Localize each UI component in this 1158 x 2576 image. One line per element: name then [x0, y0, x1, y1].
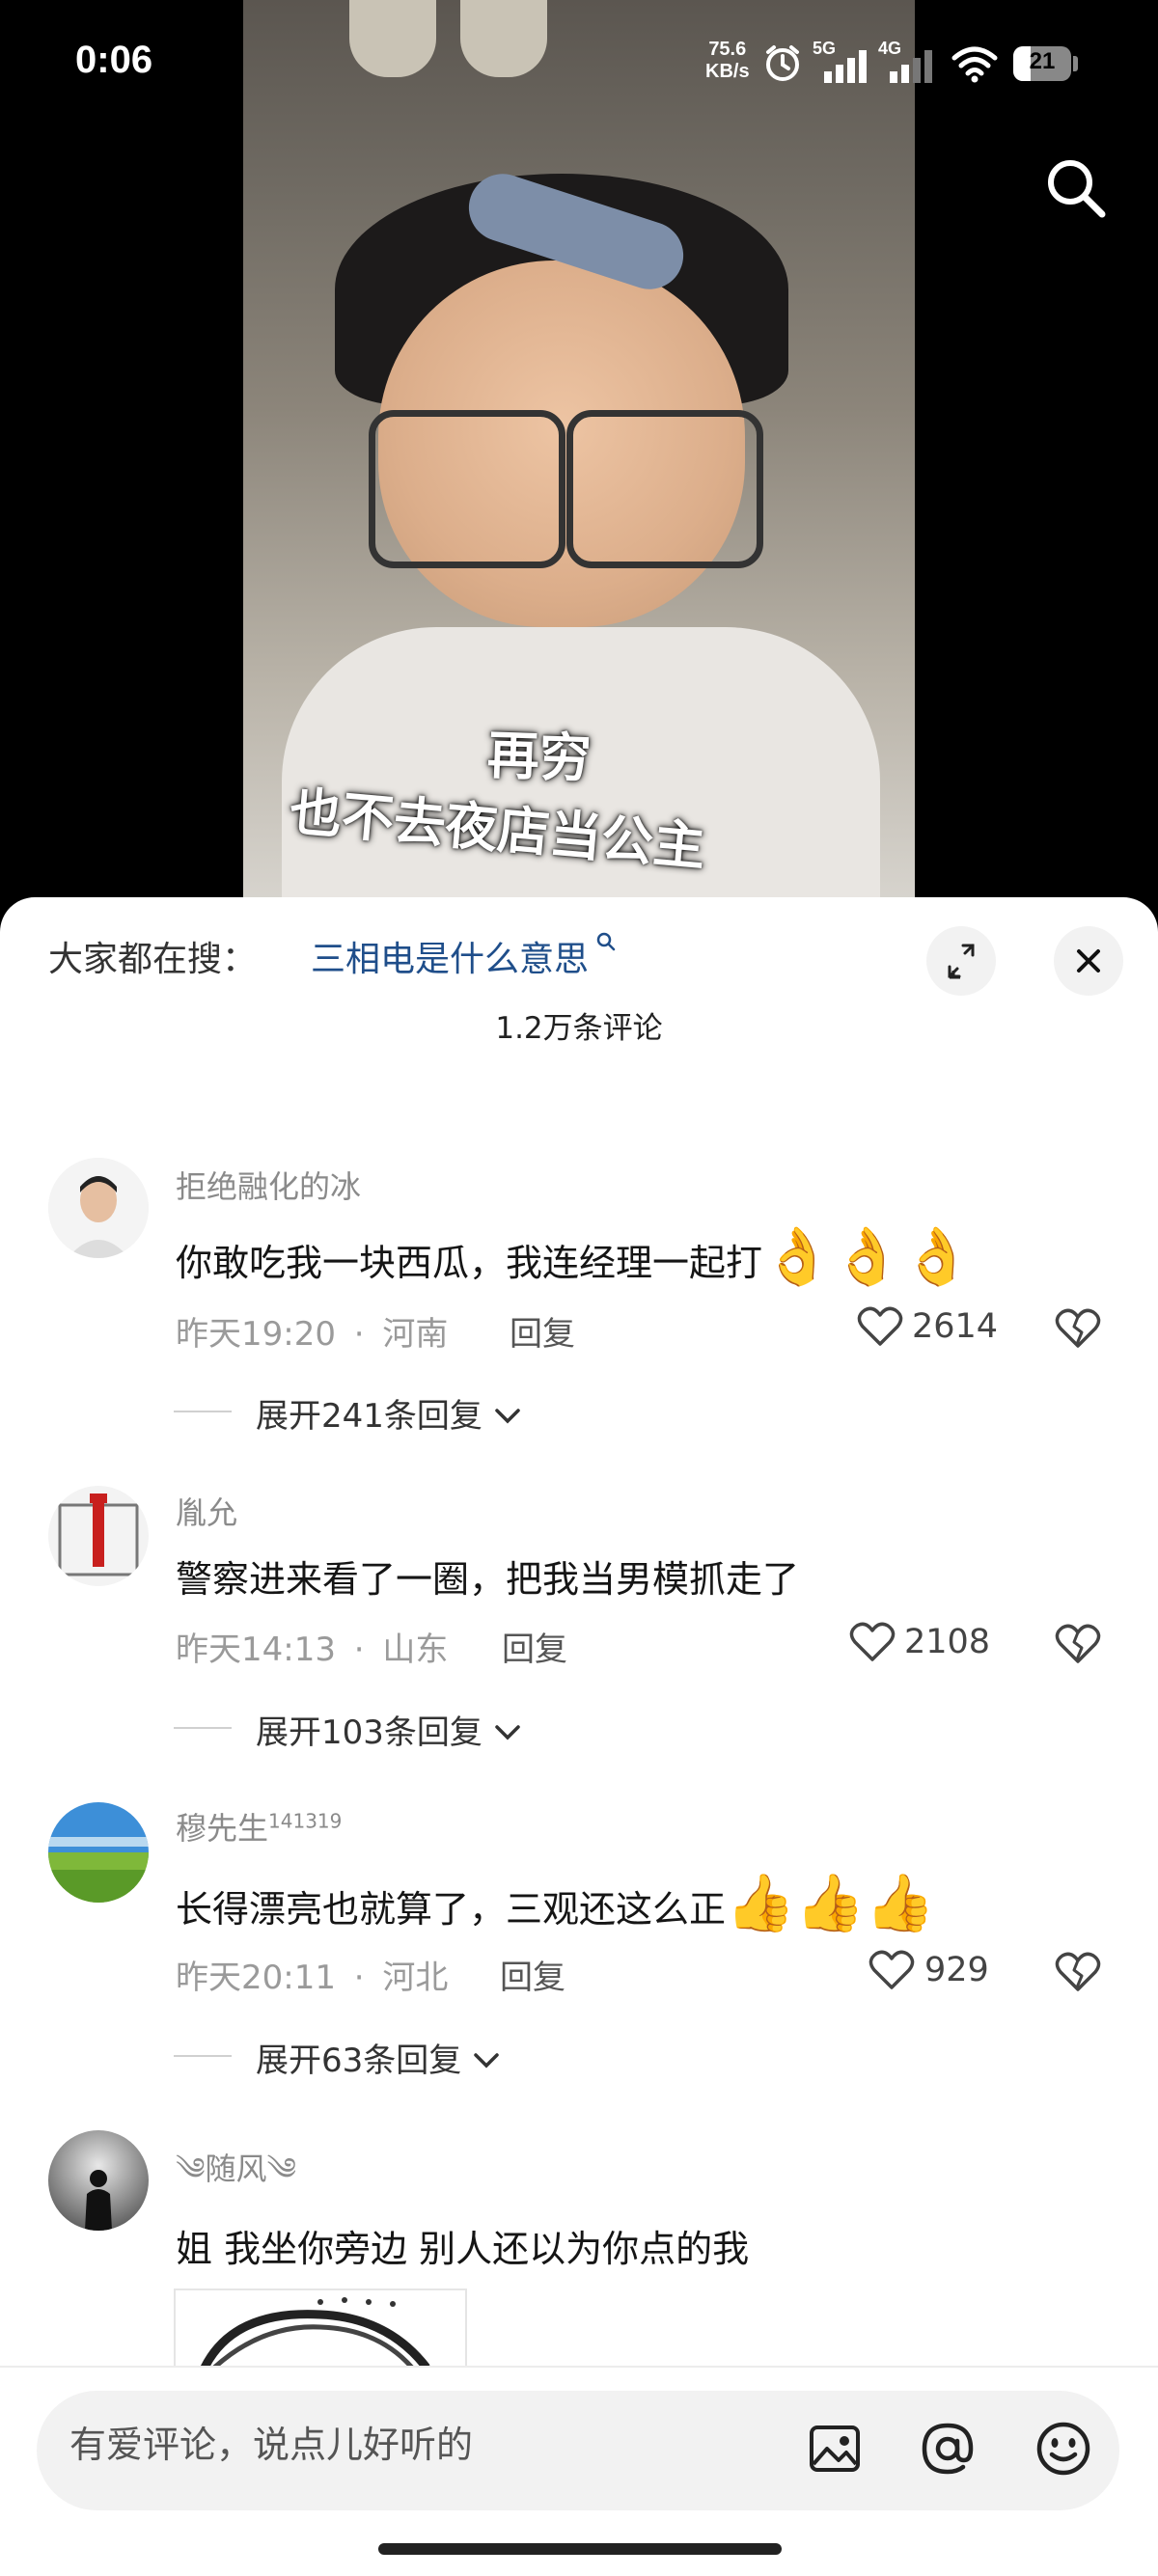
comment-image-attachment[interactable]	[174, 2288, 467, 2368]
comment-meta: 昨天20:11 · 河北	[176, 1951, 448, 1998]
chevron-down-icon	[474, 2053, 499, 2069]
username-badge: 141319	[268, 1809, 343, 1833]
comment-meta: 昨天14:13 · 山东	[176, 1623, 448, 1670]
avatar-silhouette	[48, 2130, 149, 2231]
expand-replies-label: 展开241条回复	[256, 1397, 482, 1436]
reply-button[interactable]: 回复	[502, 1623, 567, 1670]
expand-divider	[174, 2055, 232, 2057]
search-icon[interactable]	[1042, 154, 1110, 222]
expand-replies-button[interactable]: 展开241条回复	[256, 1389, 522, 1437]
chevron-down-icon	[494, 1725, 520, 1740]
close-icon	[1077, 949, 1100, 973]
comment-avatar[interactable]	[48, 1802, 149, 1903]
comment-input[interactable]	[69, 2424, 745, 2466]
expand-button[interactable]	[926, 926, 996, 996]
expand-replies-label: 展开103条回复	[256, 1713, 482, 1752]
search-icon	[596, 932, 616, 951]
heart-icon[interactable]	[868, 1949, 915, 1991]
username-text: 穆先生	[176, 1810, 269, 1847]
attached-sketch	[200, 2297, 430, 2368]
comment-body: 你敢吃我一块西瓜，我连经理一起打	[176, 1242, 763, 1284]
close-button[interactable]	[1054, 926, 1123, 996]
expand-replies-button[interactable]: 展开103条回复	[256, 1706, 522, 1753]
comment-avatar[interactable]	[48, 1486, 149, 1586]
comment-avatar[interactable]	[48, 1158, 149, 1258]
reply-button[interactable]: 回复	[510, 1307, 575, 1355]
like-count: 2614	[912, 1307, 999, 1346]
composer-divider	[0, 2366, 1158, 2368]
comment-location: 山东	[382, 1631, 449, 1669]
heart-icon[interactable]	[849, 1621, 896, 1663]
at-icon[interactable]	[919, 2420, 977, 2478]
car-vent	[460, 0, 547, 77]
comment-emojis: 👌👌👌	[762, 1223, 972, 1289]
comment-body: 长得漂亮也就算了，三观还这么正	[176, 1888, 727, 1931]
reply-button[interactable]: 回复	[500, 1951, 565, 1998]
comment-location: 河北	[382, 1959, 449, 1997]
comment-time: 昨天19:20	[176, 1315, 336, 1354]
comment-body: 姐 我坐你旁边 别人还以为你点的我	[176, 2228, 750, 2270]
network-speed-unit: KB/s	[705, 61, 750, 82]
comment-username[interactable]: 拒绝融化的冰	[176, 1163, 361, 1207]
video-caption-line-1: 再穷	[485, 725, 593, 789]
broken-heart-icon[interactable]	[1055, 1951, 1101, 1993]
comment-text: 警察进来看了一圈，把我当男模抓走了	[176, 1549, 799, 1603]
trending-search-text[interactable]: 三相电是什么意思	[311, 940, 589, 979]
expand-divider	[174, 1727, 232, 1729]
car-vent	[349, 0, 436, 77]
avatar-portrait	[48, 1158, 149, 1258]
trending-search-link[interactable]: 三相电是什么意思	[311, 931, 617, 981]
video-player[interactable]: 再穷 也不去夜店当公主 0:06 75.6 KB/s 5G 4G 21	[0, 0, 1158, 907]
comment-text: 你敢吃我一块西瓜，我连经理一起打👌👌👌	[176, 1223, 972, 1290]
alarm-icon	[766, 45, 799, 81]
comment-username[interactable]: ༄随风༄	[176, 2135, 296, 2222]
glasses-lens	[369, 410, 565, 568]
avatar-couplet	[48, 1486, 149, 1586]
comment-time: 昨天20:11	[176, 1959, 336, 1997]
heart-icon[interactable]	[857, 1305, 903, 1348]
battery-percent: 21	[1029, 48, 1056, 74]
comment-text: 姐 我坐你旁边 别人还以为你点的我	[176, 2219, 749, 2272]
comment-emojis: 👍👍👍	[726, 1870, 935, 1935]
comment-location: 河南	[382, 1315, 449, 1354]
like-count: 929	[924, 1951, 989, 1989]
comment-time: 昨天14:13	[176, 1631, 336, 1669]
home-indicator[interactable]	[378, 2543, 782, 2555]
avatar-landscape	[48, 1802, 149, 1903]
comment-body: 警察进来看了一圈，把我当男模抓走了	[176, 1558, 800, 1601]
glasses-lens	[566, 410, 763, 568]
comment-username[interactable]: 胤允	[176, 1489, 237, 1533]
network-speed: 75.6 KB/s	[705, 39, 750, 83]
network-speed-value: 75.6	[708, 39, 747, 60]
comment-count: 1.2万条评论	[495, 1011, 663, 1046]
expand-replies-label: 展开63条回复	[256, 2042, 462, 2080]
chevron-down-icon	[494, 1409, 520, 1424]
battery-tip	[1073, 56, 1078, 71]
like-count: 2108	[904, 1623, 991, 1661]
smiley-icon[interactable]	[1034, 2420, 1092, 2478]
broken-heart-icon[interactable]	[1055, 1623, 1101, 1665]
comment-meta: 昨天19:20 · 河南	[176, 1307, 448, 1355]
image-icon[interactable]	[806, 2420, 864, 2478]
signal-icon	[824, 50, 867, 83]
meta-separator: ·	[353, 1959, 365, 1997]
trending-search-label: 大家都在搜：	[48, 940, 258, 979]
battery-icon: 21	[1013, 46, 1071, 81]
signal-icon-secondary	[890, 50, 932, 83]
comment-avatar[interactable]	[48, 2130, 149, 2231]
expand-replies-button[interactable]: 展开63条回复	[256, 2034, 501, 2081]
status-time: 0:06	[75, 39, 153, 81]
expand-divider	[174, 1411, 232, 1412]
meta-separator: ·	[353, 1315, 365, 1354]
expand-icon	[948, 944, 975, 979]
wifi-icon	[951, 46, 998, 83]
meta-separator: ·	[353, 1631, 365, 1669]
comment-text: 长得漂亮也就算了，三观还这么正👍👍👍	[176, 1870, 935, 1936]
comment-username[interactable]: 穆先生141319	[176, 1804, 342, 1849]
broken-heart-icon[interactable]	[1055, 1307, 1101, 1350]
